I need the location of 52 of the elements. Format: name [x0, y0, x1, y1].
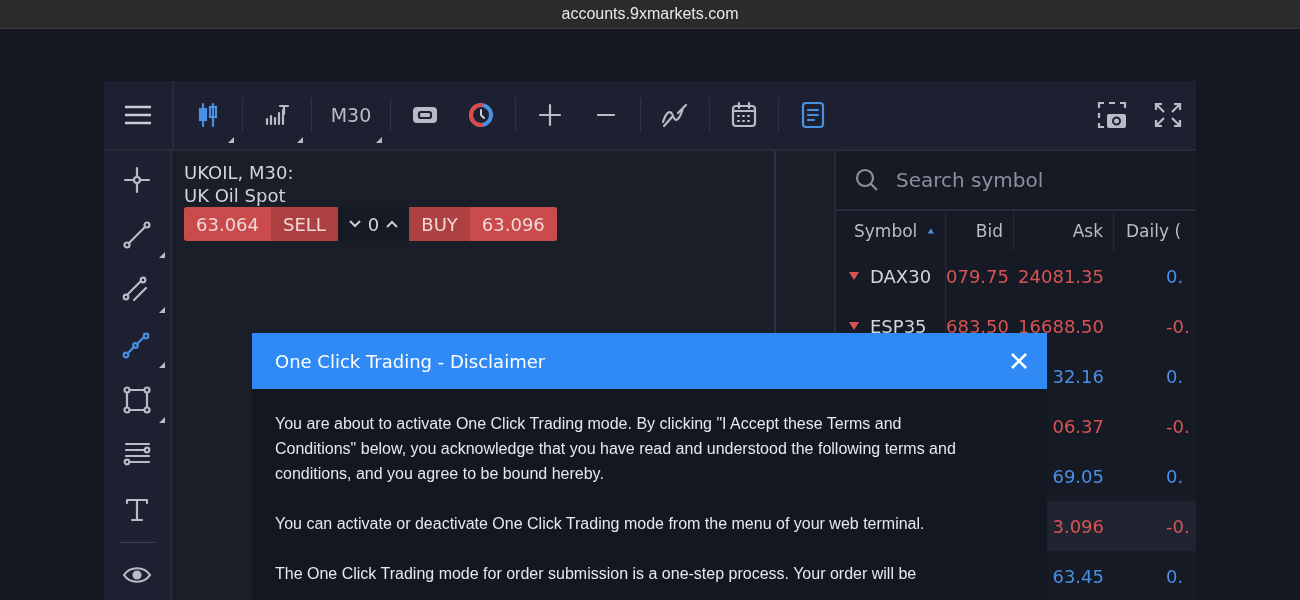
ask-cell: 3.096 [1052, 515, 1104, 537]
symbol-title: UKOIL, M30: [184, 161, 295, 184]
fullscreen-icon [1152, 100, 1184, 130]
ask-cell: 69.05 [1052, 465, 1104, 487]
rectangle-icon [122, 385, 152, 415]
chevron-up-icon[interactable] [385, 219, 400, 229]
daily-change-cell: -0. [1166, 415, 1190, 437]
symbol-cell: ESP35 [870, 315, 927, 337]
ask-cell: 06.37 [1052, 415, 1104, 437]
ask-cell: 16688.50 [1018, 315, 1104, 337]
menu-icon[interactable] [124, 105, 152, 125]
path-icon [122, 330, 152, 360]
buy-button[interactable]: BUY [409, 207, 470, 241]
column-header[interactable]: Bid [946, 211, 1014, 251]
ask-cell: 32.16 [1052, 365, 1104, 387]
sort-icon [927, 226, 935, 236]
symbol-cell: DAX30 [870, 265, 932, 287]
disclaimer-paragraph: The One Click Trading mode for order submission is a one-step process. Your order will be [275, 564, 918, 584]
calendar-icon [729, 100, 759, 130]
ask-cell: 24081.35 [1018, 265, 1104, 287]
sell-button[interactable]: SELL [271, 207, 338, 241]
down-triangle-icon [848, 321, 860, 331]
clock-icon [466, 100, 496, 130]
daily-change-cell: 0. [1166, 265, 1184, 287]
line-icon [122, 220, 152, 250]
bid-cell: 079.75 [946, 265, 1009, 287]
symbol-description: UK Oil Spot [184, 184, 287, 207]
bid-cell: 683.50 [946, 315, 1009, 337]
search-field[interactable]: Search symbol [894, 167, 1118, 193]
disclaimer-paragraph: You are about to activate One Click Trading mode. By clicking "I Accept these Terms and Conditions" below, you acknowledge that you have read and understood the following terms and conditions, and you agree to be bound hereby. [275, 414, 957, 484]
minus-icon [597, 113, 615, 117]
chevron-down-icon[interactable] [347, 219, 362, 229]
watchlist-row[interactable]: DAX30 079.75 24081.35 0. [836, 251, 1196, 301]
daily-change-cell: 0. [1166, 565, 1184, 587]
dialog-title: One Click Trading - Disclaimer [275, 350, 546, 372]
search-icon [854, 167, 880, 193]
close-icon[interactable] [1009, 351, 1029, 371]
ask-cell: 63.45 [1052, 565, 1104, 587]
quantity-value: 0 [367, 213, 380, 235]
disclaimer-paragraph: You can activate or deactivate One Click Trading mode from the menu of your web terminal. [275, 514, 926, 534]
url-text[interactable]: accounts.9xmarkets.com [561, 5, 739, 23]
camera-icon [1096, 100, 1128, 130]
column-header[interactable]: Symbol [836, 211, 946, 251]
column-header[interactable]: Daily ( [1114, 211, 1196, 251]
down-triangle-icon [848, 271, 860, 281]
daily-change-cell: 0. [1166, 465, 1184, 487]
daily-change-cell: -0. [1166, 315, 1190, 337]
quantity-stepper[interactable]: 0 [337, 207, 410, 241]
crosshair-icon [122, 165, 152, 195]
daily-change-cell: 0. [1166, 365, 1184, 387]
column-header[interactable]: Ask [1014, 211, 1114, 251]
daily-change-cell: -0. [1166, 515, 1190, 537]
